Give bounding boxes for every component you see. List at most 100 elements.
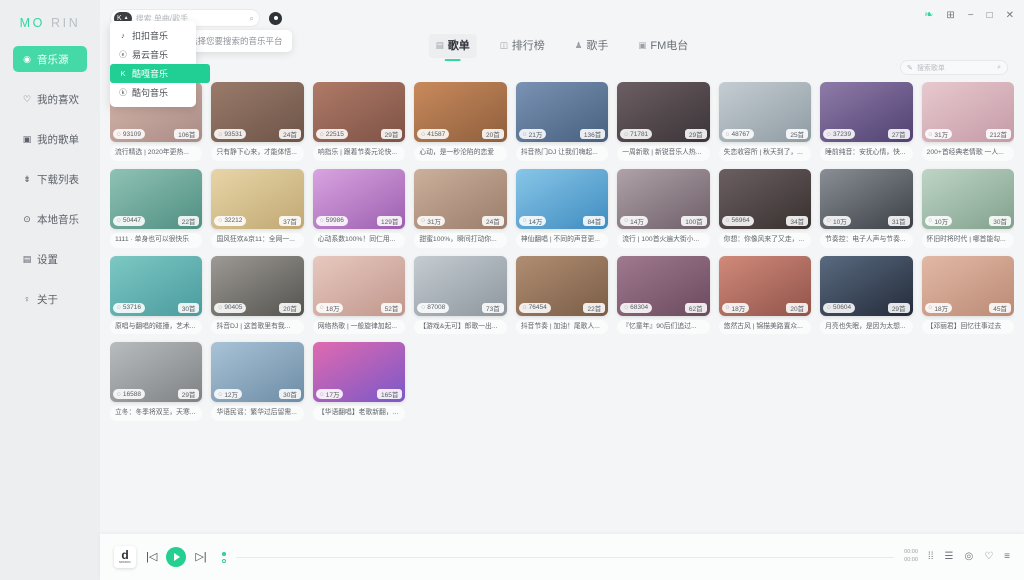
playback-mode-dots[interactable] [221,551,226,563]
playlist-cover[interactable]: ◌ 18万 20首 [718,255,812,316]
playlist-cover[interactable]: ◌ 31万 212首 [921,82,1014,142]
playlist-cover[interactable]: ◌ 87008 73首 [414,255,507,316]
playlist-card[interactable]: ◌ 71781 29首 一周新歌 | 新锐音乐人热... [617,82,710,161]
album-art[interactable]: d MORIN [114,546,136,568]
play-count-badge: ◌ 18万 [315,302,344,313]
playlist-card[interactable]: ◌ 14万 100首 流行 | 100首火遍大街小... [617,168,710,248]
minimize-icon[interactable]: − [968,10,974,21]
fm-radio-tab-icon: ▣ [638,39,647,50]
playlist-card[interactable]: ◌ 10万 31首 节奏控：电子人声与节奏... [820,168,913,248]
tab-fm-radio[interactable]: ▣ FM电台 [631,34,695,58]
play-count-badge: ◌ 12万 [214,389,243,400]
playlist-cover[interactable]: ◌ 18万 52首 [312,255,406,316]
playlist-search-box[interactable]: ✎ 搜索歌单 ⌕ [900,60,1008,75]
tab-artist[interactable]: ♟ 歌手 [568,34,616,58]
playlist-card[interactable]: ◌ 56964 34首 你想：你像风来了又走，... [718,168,812,248]
playlist-cover[interactable]: ◌ 14万 84首 [515,168,609,229]
sidebar-item-local-music[interactable]: ⊙ 本地音乐 [13,206,87,232]
playlist-card[interactable]: ◌ 48767 25首 失恋收容所 | 秋天到了，... [718,82,812,161]
tab-ranking[interactable]: ◫ 排行榜 [493,34,552,58]
playlist-card[interactable]: ◌ 12万 30首 华语民谣：繁华过后留需... [211,342,304,422]
sidebar-item-music-source[interactable]: ◉ 音乐源 [13,46,87,72]
playlist-card[interactable]: ◌ 87008 73首 【游戏&无可】郎歌一出... [414,255,507,335]
playlist-card[interactable]: ◌ 68304 62首 『忆童年』90后们追过... [617,255,710,335]
playlist-cover[interactable]: ◌ 10万 30首 [921,168,1014,229]
playlist-cover[interactable]: ◌ 93531 24首 [211,82,304,142]
sidebar-item-my-favorites[interactable]: ♡ 我的喜欢 [13,86,87,112]
playlist-card[interactable]: ◌ 21万 136首 抖音热门DJ 让我们嗨起... [515,82,609,161]
sidebar-item-my-playlists[interactable]: ▣ 我的歌单 [13,126,87,152]
play-icon [174,553,181,561]
playlist-cover[interactable]: ◌ 50447 22首 [110,168,203,229]
playlist-card[interactable]: ◌ 22515 29首 响指乐 | 跟着节奏元论快... [312,82,406,161]
playlist-cover[interactable]: ◌ 17万 165首 [312,342,406,403]
next-track-button[interactable]: ▷| [195,551,206,563]
playlist-card[interactable]: ◌ 50447 22首 1111 · 单身也可以很快乐 [110,168,203,248]
lyrics-icon[interactable]: ☰ [944,552,953,562]
record-button[interactable] [269,11,282,25]
leaf-icon[interactable]: ❧ [924,10,933,21]
playlist-cover[interactable]: ◌ 90405 20首 [211,255,304,316]
playlist-card[interactable]: ◌ 18万 20首 悠然古风 | 锦描美路置众... [718,255,812,335]
playlist-card[interactable]: ◌ 50604 29首 月亮也失眠，是因为太想... [820,255,913,335]
playlist-search-input[interactable]: 搜索歌单 [917,63,993,73]
sidebar-item-settings[interactable]: ▤ 设置 [13,246,87,272]
favorite-icon[interactable]: ♡ [984,552,993,562]
playlist-cover[interactable]: ◌ 18万 45首 [921,255,1014,316]
play-button[interactable] [166,547,187,567]
playlist-cover[interactable]: ◌ 12万 30首 [211,342,304,403]
headphones-icon: ◌ [117,390,121,398]
playlist-card[interactable]: ◌ 37239 27首 睡前纯音：安抚心情，快... [820,82,913,161]
progress-bar[interactable] [235,556,895,558]
tab-playlist[interactable]: ▤ 歌单 [428,34,477,58]
playlist-cover[interactable]: ◌ 32212 37首 [211,168,304,229]
playlist-cover[interactable]: ◌ 14万 100首 [617,168,710,229]
playlist-card[interactable]: ◌ 59986 129首 心动系数100%！同仁用... [312,168,406,248]
playlist-cover[interactable]: ◌ 56964 34首 [718,168,812,229]
playlist-cover[interactable]: ◌ 59986 129首 [312,168,406,229]
playlist-cover[interactable]: ◌ 22515 29首 [312,82,406,142]
dropdown-item-netease-music[interactable]: ⓔ 易云音乐 [110,45,196,64]
track-count-badge: 29首 [684,129,707,139]
playlist-cover[interactable]: ◌ 10万 31首 [820,168,913,229]
playlist-cover[interactable]: ◌ 21万 136首 [515,82,609,142]
close-icon[interactable]: ✕ [1006,10,1014,21]
playlist-cover[interactable]: ◌ 50604 29首 [820,255,913,316]
sidebar-item-about[interactable]: ♀ 关于 [13,286,87,312]
dropdown-item-qq-music[interactable]: ♪ 扣扣音乐 [110,26,196,45]
playlist-card[interactable]: ◌ 41587 20首 心动，是一秒沦陷的恋爱 [414,82,507,161]
playlist-cover[interactable]: ◌ 31万 24首 [414,168,507,229]
queue-icon[interactable]: ≡ [1004,552,1010,562]
dropdown-item-kuwo-music[interactable]: ⓚ 酷句音乐 [110,83,196,102]
playlist-card[interactable]: ◌ 14万 84首 神仙翻唱 | 不同的声音更... [515,168,609,248]
maximize-icon[interactable]: □ [987,10,993,21]
playlist-cover[interactable]: ◌ 48767 25首 [718,82,812,142]
repeat-mode-icon[interactable]: ◎ [964,552,973,562]
pin-window-icon[interactable]: ⊞ [946,10,954,21]
playlist-card[interactable]: ◌ 31万 212首 200+首经典老情歌 一人... [921,82,1014,161]
playlist-card[interactable]: ◌ 90405 20首 抖音DJ | 这首歌里有我... [211,255,304,335]
equalizer-icon[interactable]: ⁞⁞ [928,552,934,562]
playlist-cover[interactable]: ◌ 53716 30首 [110,255,203,316]
playlist-card[interactable]: ◌ 32212 37首 国风狂欢&京11：全网一... [211,168,304,248]
playlist-card[interactable]: ◌ 16588 29首 立冬：冬季将双至，天寒... [110,342,203,422]
playlist-card[interactable]: ◌ 18万 52首 网络热歌 | 一般旋律加起... [312,255,406,335]
playlist-card[interactable]: ◌ 31万 24首 甜蜜100%，瞬间打动你... [414,168,507,248]
playlist-card[interactable]: ◌ 17万 165首 【华语翻唱】老歌新翻，... [312,342,406,422]
previous-track-button[interactable]: |◁ [146,551,157,563]
playlist-cover[interactable]: ◌ 76454 22首 [515,255,609,316]
playlist-cover[interactable]: ◌ 41587 20首 [414,82,507,142]
sidebar-item-download-list[interactable]: ⇟ 下载列表 [13,166,87,192]
search-icon[interactable]: ⌕ [249,13,254,24]
playlist-card[interactable]: ◌ 10万 30首 怀旧时将时代 | 哪首能勾... [921,168,1014,248]
playlist-cover[interactable]: ◌ 71781 29首 [617,82,710,142]
playlist-cover[interactable]: ◌ 37239 27首 [820,82,913,142]
playlist-card[interactable]: ◌ 93531 24首 只有静下心来，才能体悟... [211,82,304,161]
search-icon[interactable]: ⌕ [997,64,1001,72]
playlist-card[interactable]: ◌ 53716 30首 原唱与翻唱的碰撞，艺术... [110,255,203,335]
playlist-cover[interactable]: ◌ 68304 62首 [617,255,710,316]
playlist-card[interactable]: ◌ 18万 45首 【邓丽君】回忆往事过去 [921,255,1014,335]
playlist-card[interactable]: ◌ 76454 22首 抖音节奏 | 加油！尾歌人... [515,255,609,335]
dropdown-item-kugou-music[interactable]: K 酷嘎音乐 [110,64,210,83]
playlist-cover[interactable]: ◌ 16588 29首 [110,342,203,403]
